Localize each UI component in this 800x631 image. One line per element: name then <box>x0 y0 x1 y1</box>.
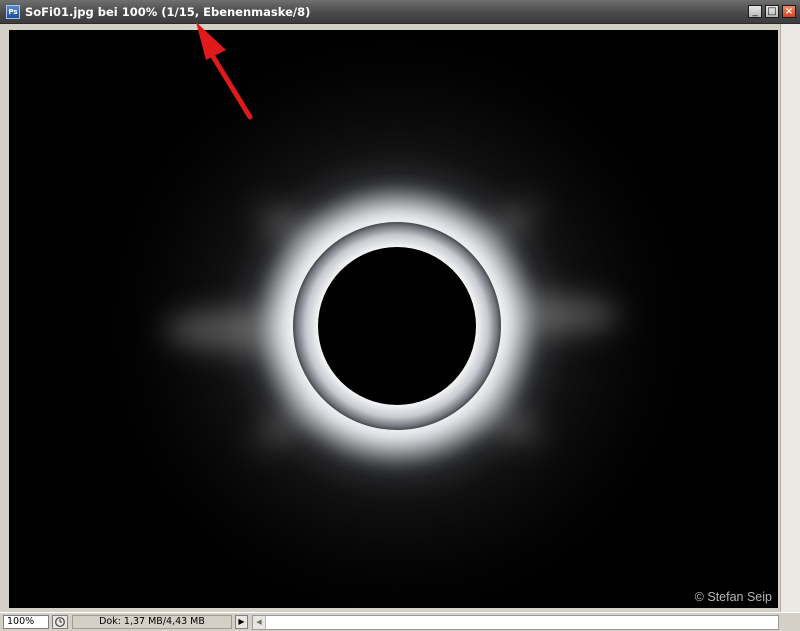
maximize-button[interactable]: □ <box>765 5 779 18</box>
photoshop-app-icon[interactable]: Ps <box>6 5 20 19</box>
close-button[interactable]: × <box>782 5 796 18</box>
zoom-field[interactable]: 100% <box>3 615 49 629</box>
minimize-button[interactable]: _ <box>748 5 762 18</box>
document-window: Ps SoFi01.jpg bei 100% (1/15, Ebenenmask… <box>0 0 800 631</box>
horizontal-scrollbar[interactable]: ◀ <box>252 615 779 630</box>
canvas-frame: © Stefan Seip <box>0 24 800 612</box>
annotation-arrow-head <box>196 22 226 60</box>
title-bar[interactable]: Ps SoFi01.jpg bei 100% (1/15, Ebenenmask… <box>0 0 800 24</box>
document-size-info: Dok: 1,37 MB/4,43 MB <box>72 615 232 629</box>
status-menu-arrow-icon[interactable]: ▶ <box>235 615 248 629</box>
status-bar: 100% Dok: 1,37 MB/4,43 MB ▶ ◀ <box>0 612 800 631</box>
image-canvas[interactable]: © Stefan Seip <box>9 30 778 608</box>
clock-icon <box>55 617 65 627</box>
status-info-icon[interactable] <box>52 615 68 629</box>
eclipse-image <box>9 30 778 608</box>
copyright-text: © Stefan Seip <box>694 590 772 604</box>
window-title: SoFi01.jpg bei 100% (1/15, Ebenenmaske/8… <box>25 5 311 19</box>
scroll-left-icon[interactable]: ◀ <box>253 616 266 629</box>
moon-disk <box>318 247 476 405</box>
vertical-scrollbar[interactable] <box>780 24 800 612</box>
